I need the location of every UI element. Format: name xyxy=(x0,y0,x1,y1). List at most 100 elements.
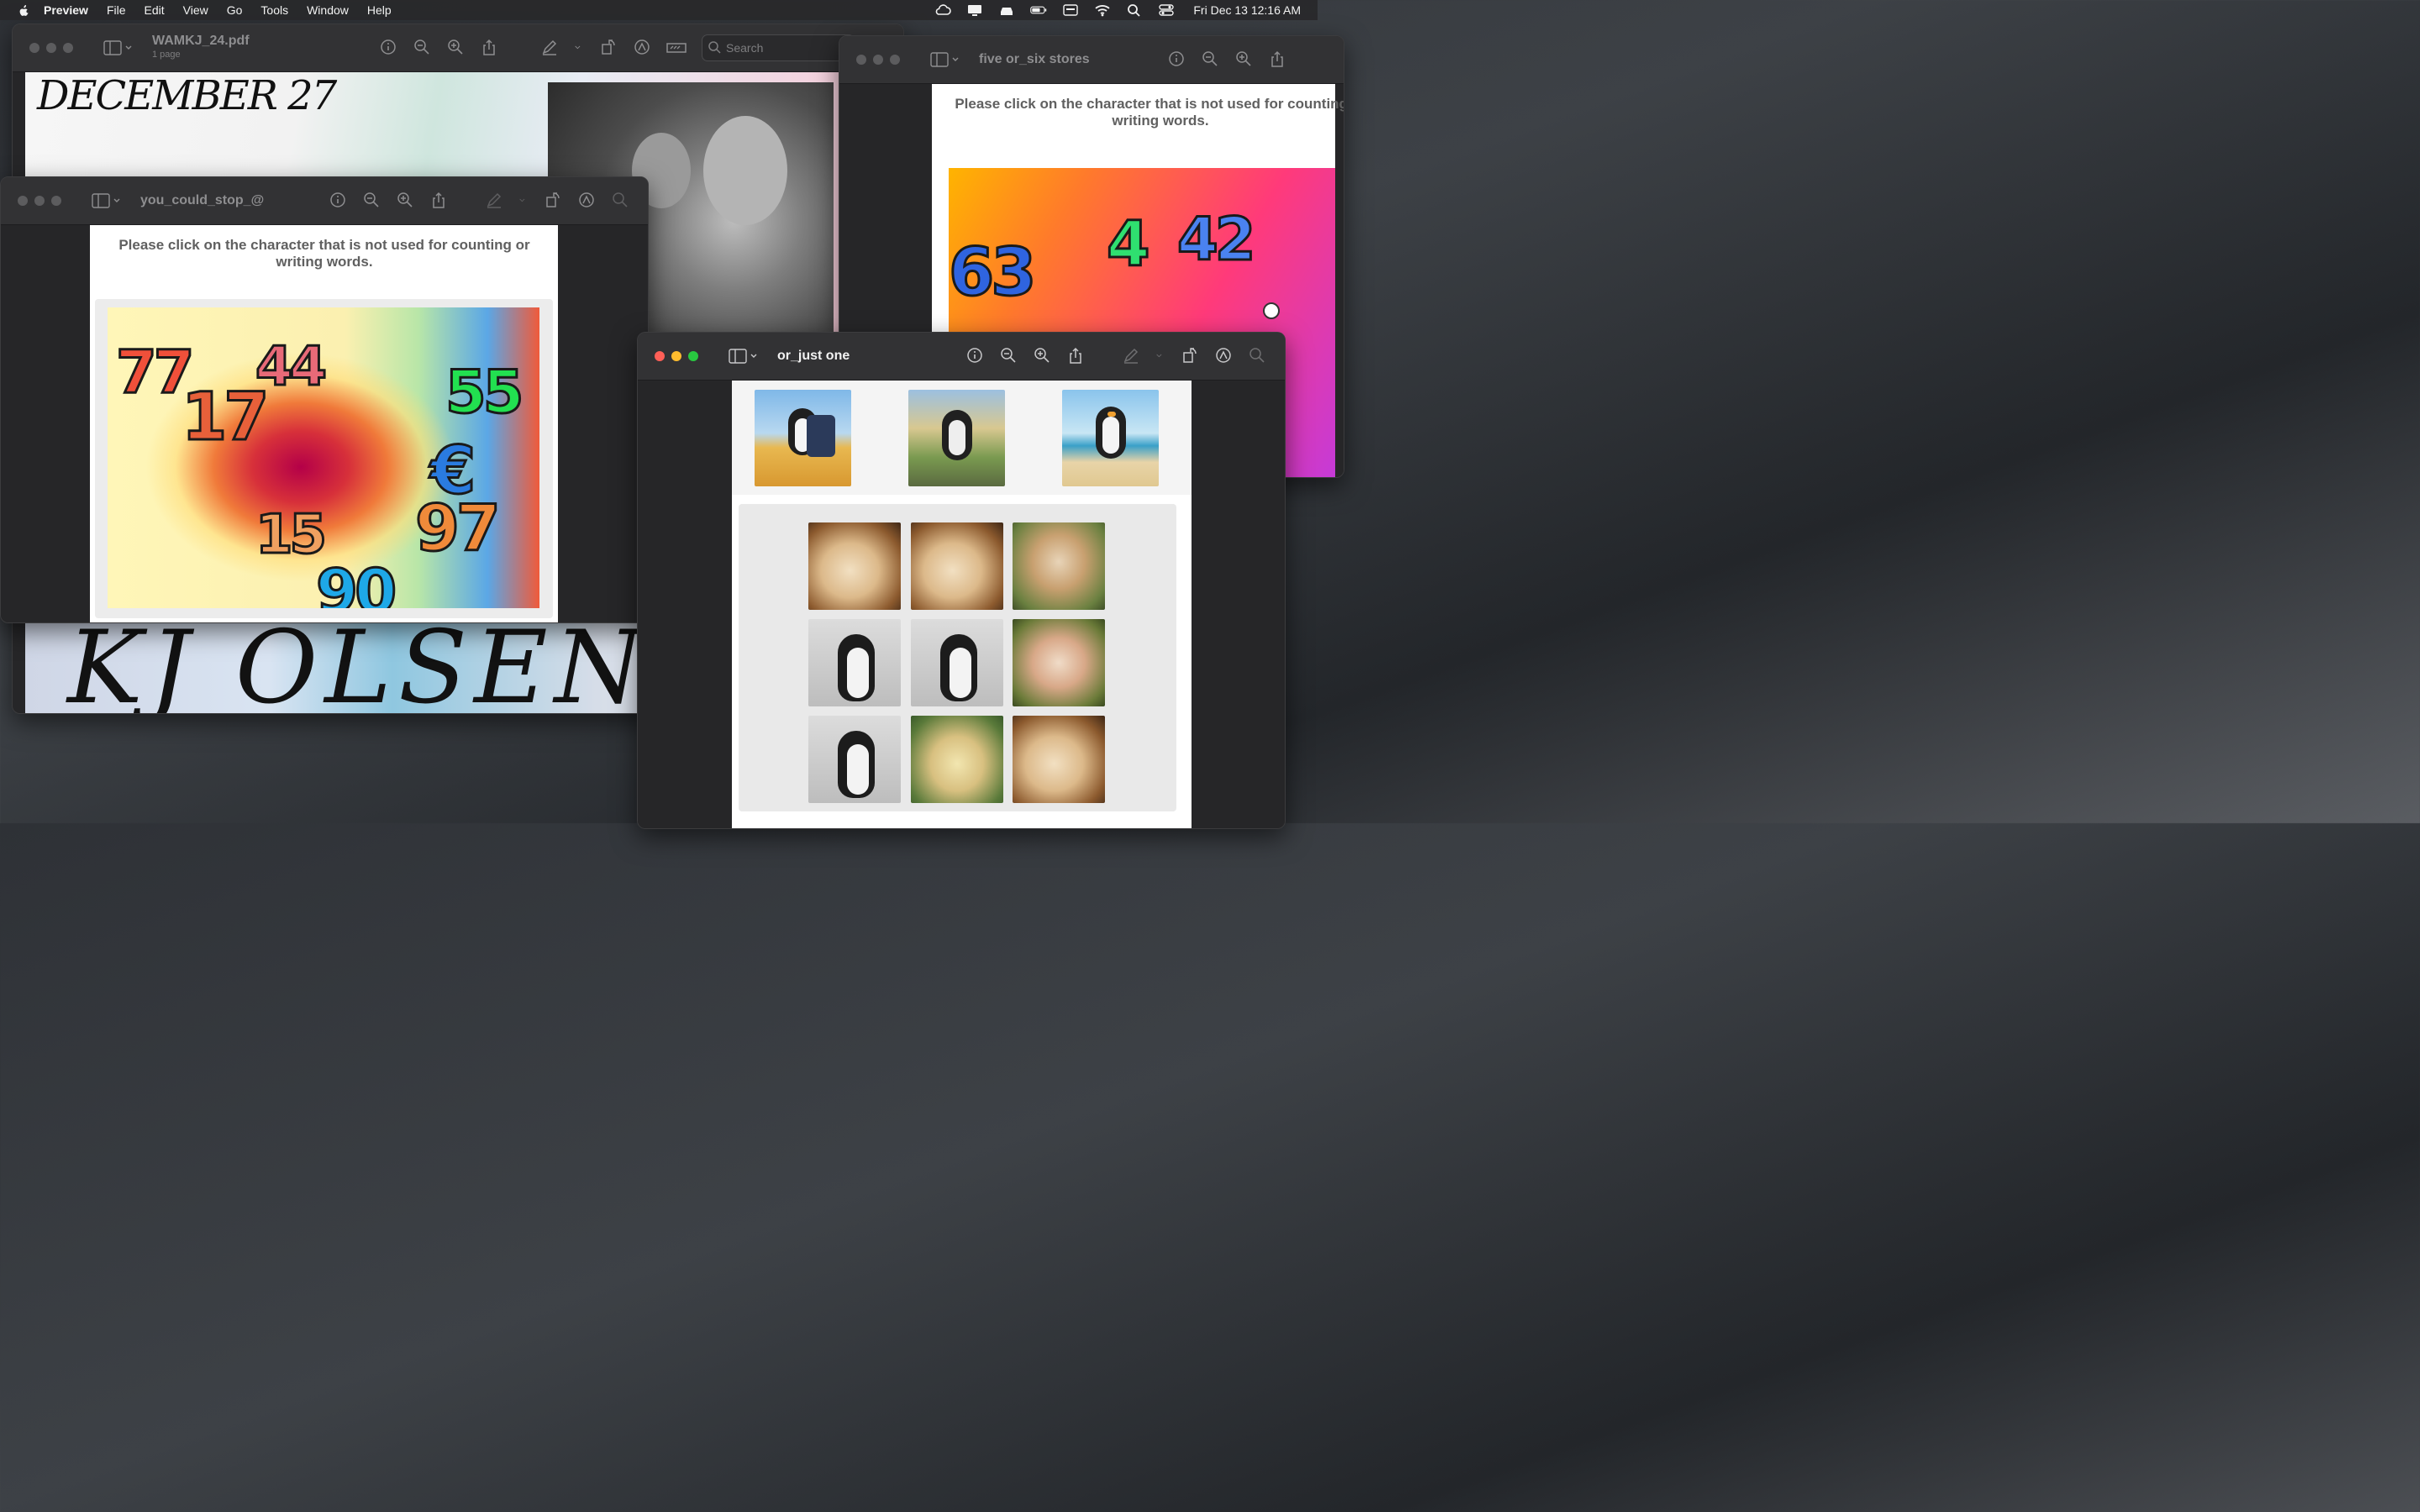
close-button[interactable] xyxy=(29,43,39,53)
zoom-out-icon[interactable] xyxy=(413,38,431,56)
close-button[interactable] xyxy=(655,351,665,361)
document-viewport[interactable]: Please click on the character that is no… xyxy=(1,225,648,622)
captcha-character[interactable]: 17 xyxy=(181,379,271,457)
zoom-in-icon[interactable] xyxy=(396,191,414,209)
minimize-button[interactable] xyxy=(873,55,883,65)
menu-tools[interactable]: Tools xyxy=(260,3,288,17)
rotate-icon[interactable] xyxy=(1181,346,1199,365)
share-icon[interactable] xyxy=(1268,50,1286,68)
grid-tile-penguin[interactable] xyxy=(911,619,1003,706)
menu-go[interactable]: Go xyxy=(227,3,243,17)
search-field[interactable]: Search xyxy=(702,34,855,61)
wifi-icon[interactable] xyxy=(1094,3,1111,17)
preview-window-or-just-one: or_just one xyxy=(637,332,1286,829)
zoom-in-icon[interactable] xyxy=(1234,50,1253,68)
menu-view[interactable]: View xyxy=(183,3,208,17)
grid-tile-bread[interactable] xyxy=(1013,716,1105,803)
menubar-clock[interactable]: Fri Dec 13 12:16 AM xyxy=(1193,3,1301,17)
cloud-sync-icon[interactable] xyxy=(934,3,952,17)
grid-tile-bread[interactable] xyxy=(1013,522,1105,610)
captcha-character[interactable]: 44 xyxy=(254,335,328,400)
rotate-icon[interactable] xyxy=(544,191,562,209)
minimize-button[interactable] xyxy=(671,351,681,361)
apple-icon[interactable] xyxy=(17,3,30,17)
captcha-character[interactable]: 42 xyxy=(1176,204,1256,276)
info-icon[interactable] xyxy=(329,191,347,209)
form-fill-icon[interactable] xyxy=(666,38,688,56)
annotate-icon[interactable] xyxy=(633,38,651,56)
grid-tile-bread[interactable] xyxy=(911,716,1003,803)
share-icon[interactable] xyxy=(1066,346,1085,365)
close-button[interactable] xyxy=(18,196,28,206)
car-icon[interactable] xyxy=(998,3,1015,17)
window-title: WAMKJ_24.pdf xyxy=(152,34,250,48)
zoom-out-icon[interactable] xyxy=(362,191,381,209)
window-title: five or_six stores xyxy=(979,52,1090,66)
menu-help[interactable]: Help xyxy=(367,3,392,17)
zoom-button[interactable] xyxy=(688,351,698,361)
sidebar-toggle-icon[interactable] xyxy=(103,40,134,55)
grid-tile-bread[interactable] xyxy=(1013,619,1105,706)
grid-tile-bread[interactable] xyxy=(911,522,1003,610)
captcha-character[interactable]: 4 xyxy=(1106,207,1151,282)
grid-tile-penguin[interactable] xyxy=(808,619,901,706)
share-icon[interactable] xyxy=(480,38,498,56)
captcha-character[interactable]: 77 xyxy=(114,337,195,408)
toolbar xyxy=(329,191,629,209)
display-icon[interactable] xyxy=(966,3,983,17)
search-icon[interactable] xyxy=(1248,346,1266,365)
calendar-widget-icon[interactable] xyxy=(1062,3,1079,17)
sidebar-toggle-icon[interactable] xyxy=(729,349,759,364)
minimize-button[interactable] xyxy=(34,196,45,206)
window-titlebar: WAMKJ_24.pdf 1 page Search xyxy=(13,24,903,72)
zoom-button[interactable] xyxy=(51,196,61,206)
zoom-button[interactable] xyxy=(890,55,900,65)
captcha-character[interactable]: 63 xyxy=(948,234,1039,312)
sidebar-toggle-icon[interactable] xyxy=(92,193,122,208)
grid-tile-penguin[interactable] xyxy=(808,716,901,803)
example-images xyxy=(732,381,1192,495)
zoom-in-icon[interactable] xyxy=(446,38,465,56)
markup-pen-icon[interactable] xyxy=(1122,346,1140,365)
traffic-lights xyxy=(29,43,73,53)
battery-icon[interactable] xyxy=(1030,3,1047,17)
captcha-character[interactable]: 97 xyxy=(414,490,502,567)
sidebar-toggle-icon[interactable] xyxy=(930,52,960,67)
close-button[interactable] xyxy=(856,55,866,65)
menu-edit[interactable]: Edit xyxy=(145,3,165,17)
minimize-button[interactable] xyxy=(46,43,56,53)
annotate-icon[interactable] xyxy=(1214,346,1233,365)
info-icon[interactable] xyxy=(965,346,984,365)
control-center-icon[interactable] xyxy=(1158,3,1175,17)
markup-menu-chevron-icon[interactable] xyxy=(1155,346,1165,365)
zoom-in-icon[interactable] xyxy=(1033,346,1051,365)
captcha-image[interactable]: 77 17 44 55 € 15 97 90 xyxy=(108,307,539,608)
grid-tile-bread[interactable] xyxy=(808,522,901,610)
info-icon[interactable] xyxy=(1167,50,1186,68)
share-icon[interactable] xyxy=(429,191,448,209)
menu-window[interactable]: Window xyxy=(307,3,349,17)
info-icon[interactable] xyxy=(379,38,397,56)
annotate-icon[interactable] xyxy=(577,191,596,209)
window-titlebar: five or_six stores xyxy=(839,36,1344,84)
captcha-character[interactable]: 15 xyxy=(254,503,328,568)
markup-pen-icon[interactable] xyxy=(540,38,559,56)
search-icon[interactable] xyxy=(611,191,629,209)
spotlight-search-icon[interactable] xyxy=(1126,3,1143,17)
menu-file[interactable]: File xyxy=(107,3,126,17)
rotate-icon[interactable] xyxy=(599,38,618,56)
zoom-out-icon[interactable] xyxy=(1201,50,1219,68)
menu-app-name[interactable]: Preview xyxy=(44,3,88,17)
menubar-status-area: Fri Dec 13 12:16 AM xyxy=(934,0,1301,20)
markup-menu-chevron-icon[interactable] xyxy=(574,38,584,56)
document-viewport[interactable] xyxy=(638,381,1285,828)
traffic-lights xyxy=(856,55,900,65)
zoom-button[interactable] xyxy=(63,43,73,53)
markup-pen-icon[interactable] xyxy=(485,191,503,209)
captcha-character[interactable]: 55 xyxy=(444,357,524,428)
traffic-lights xyxy=(655,351,698,361)
markup-menu-chevron-icon[interactable] xyxy=(518,191,529,209)
zoom-out-icon[interactable] xyxy=(999,346,1018,365)
captcha-sheet: Please click on the character that is no… xyxy=(90,225,558,622)
captcha-character[interactable]: 90 xyxy=(314,555,397,609)
